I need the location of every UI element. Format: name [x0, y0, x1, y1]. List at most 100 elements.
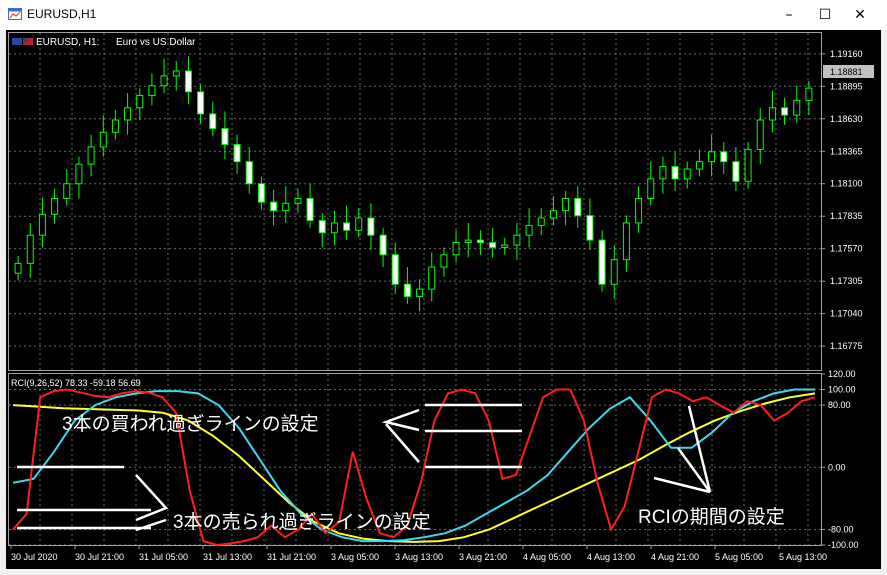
candle-body-bear — [221, 128, 229, 146]
candle-body-bear — [318, 219, 326, 234]
candle-body-bull — [756, 119, 764, 150]
candle-body-bull — [744, 148, 752, 182]
time-tick-label: 4 Aug 05:00 — [523, 552, 571, 562]
candle-body-bull — [610, 259, 618, 285]
level-tick-label: -100.00 — [828, 540, 859, 550]
window-titlebar: EURUSD,H1 – ☐ ✕ — [0, 0, 887, 30]
minimize-button[interactable]: – — [772, 0, 806, 30]
candle-body-bull — [172, 70, 180, 77]
candle-body-bull — [87, 146, 95, 165]
candle-body-bear — [489, 242, 497, 248]
candle-body-bull — [160, 75, 168, 87]
candle-body-bull — [683, 168, 691, 180]
candle-body-bull — [440, 254, 448, 268]
price-tick-label: 1.18630 — [830, 114, 863, 124]
level-tick-label: -80.00 — [828, 524, 854, 534]
candle-body-bull — [647, 178, 655, 199]
maximize-button[interactable]: ☐ — [808, 0, 842, 30]
oversold-annotation: 3本の売られ過ぎラインの設定 — [173, 511, 431, 533]
period-annotation: RCIの期間の設定 — [638, 506, 785, 528]
candle-body-bull — [99, 131, 107, 148]
candle-body-bull — [111, 119, 119, 133]
price-tick-label: 1.19160 — [830, 49, 863, 59]
rci-indicator-label: RCI(9,26,52) 78.33 -59.18 56.69 — [11, 378, 141, 388]
chart-area[interactable]: EURUSD, H1: Euro vs US Dollar RCI(9,26,5… — [6, 30, 881, 569]
minimize-icon: – — [785, 7, 793, 23]
candle-body-bull — [355, 217, 363, 231]
current-price-label: 1.18881 — [830, 67, 863, 77]
time-tick-label: 30 Jul 21:00 — [75, 552, 124, 562]
close-button[interactable]: ✕ — [843, 0, 877, 30]
price-tick-label: 1.18365 — [830, 146, 863, 156]
time-tick-label: 4 Aug 21:00 — [651, 552, 699, 562]
candle-body-bull — [708, 151, 716, 163]
candle-body-bull — [659, 166, 667, 180]
candle-body-bull — [464, 239, 472, 244]
candle-body-bear — [391, 254, 399, 285]
price-panel-frame — [8, 32, 822, 371]
candle-body-bear — [197, 91, 205, 115]
candle-body-bear — [306, 197, 314, 221]
candle-body-bull — [695, 161, 703, 170]
candle-body-bull — [75, 163, 83, 185]
candle-body-bear — [270, 201, 278, 212]
candle-body-bear — [476, 239, 484, 244]
price-tick-label: 1.18100 — [830, 179, 863, 189]
candle-body-bull — [51, 197, 59, 215]
candle-body-bear — [257, 183, 265, 203]
indicator-axis: 120.00 100.00 80.00 0.00 -80.00 -100.00 — [821, 369, 859, 550]
candle-body-bear — [403, 283, 411, 297]
level-tick-label: 0.00 — [828, 462, 846, 472]
candle-body-bear — [367, 217, 375, 236]
candle-body-bull — [525, 224, 533, 236]
symbol-description: Euro vs US Dollar — [116, 37, 196, 48]
candle-body-bull — [622, 222, 630, 261]
candle-body-bull — [562, 197, 570, 212]
candle-body-bull — [452, 242, 460, 256]
candle-body-bull — [14, 262, 22, 274]
close-icon: ✕ — [854, 7, 866, 23]
price-tick-label: 1.18895 — [830, 81, 863, 91]
chart-window-icon — [8, 8, 22, 20]
candle-body-bull — [148, 85, 156, 96]
candle-body-bull — [549, 210, 557, 219]
candle-body-bull — [635, 197, 643, 224]
time-tick-label: 3 Aug 05:00 — [331, 552, 379, 562]
candle-body-bull — [282, 202, 290, 212]
time-tick-label: 4 Aug 13:00 — [587, 552, 635, 562]
candle-body-bear — [781, 107, 789, 116]
candle-body-bull — [330, 222, 338, 234]
candle-body-bear — [184, 70, 192, 93]
candle-body-bear — [379, 234, 387, 256]
chart-canvas[interactable]: EURUSD, H1: Euro vs US Dollar RCI(9,26,5… — [6, 30, 881, 569]
candle-body-bull — [63, 183, 71, 199]
price-tick-label: 1.17570 — [830, 244, 863, 254]
level-tick-label: 80.00 — [828, 400, 851, 410]
candle-body-bull — [428, 266, 436, 290]
price-axis: 1.19160 1.18895 1.18630 1.18365 1.18100 1.178… — [821, 49, 863, 351]
candle-body-bear — [233, 144, 241, 163]
candle-body-bull — [768, 107, 776, 121]
price-grid — [9, 33, 821, 370]
time-tick-label: 30 Jul 2020 — [11, 552, 58, 562]
candle-body-bull — [136, 94, 144, 109]
candle-body-bear — [732, 161, 740, 182]
candle-body-bull — [416, 288, 424, 297]
time-tick-label: 31 Jul 13:00 — [203, 552, 252, 562]
price-tick-label: 1.17835 — [830, 211, 863, 221]
time-tick-label: 5 Aug 05:00 — [715, 552, 763, 562]
candle-body-bull — [805, 87, 813, 101]
symbol-flags-icon — [12, 38, 33, 45]
oversold-arrow-upper — [135, 474, 169, 522]
candle-body-bear — [245, 161, 253, 185]
symbol-label: EURUSD, H1: — [36, 37, 99, 48]
candle-body-bull — [38, 213, 46, 236]
overbought-annotation: 3本の買われ過ぎラインの設定 — [62, 413, 319, 435]
time-tick-label: 3 Aug 21:00 — [459, 552, 507, 562]
candle-body-bear — [343, 222, 351, 231]
overbought-arrow-upper — [381, 408, 420, 432]
price-tick-label: 1.17305 — [830, 276, 863, 286]
time-tick-label: 31 Jul 21:00 — [267, 552, 316, 562]
candle-body-bull — [124, 107, 132, 121]
candle-body-bear — [209, 113, 217, 130]
